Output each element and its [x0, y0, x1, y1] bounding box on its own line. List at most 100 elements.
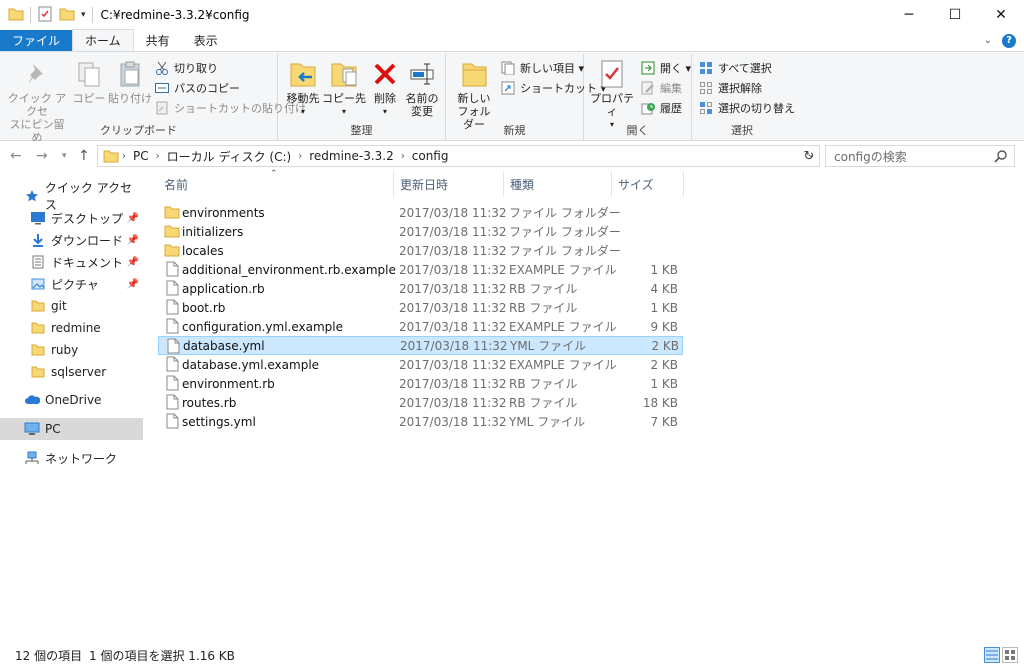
column-header-date[interactable]: 更新日時 — [394, 171, 504, 197]
organize-group-label: 整理 — [350, 124, 373, 137]
file-date-modified: 2017/03/18 11:32 — [399, 205, 507, 220]
open-button[interactable]: 開く ▾ — [640, 58, 691, 77]
file-name: additional_environment.rb.example — [182, 262, 396, 277]
rename-label-2: 変更 — [411, 105, 433, 118]
chevron-right-icon[interactable]: › — [295, 151, 305, 162]
ribbon: クイック アクセ スにピン留め コピー 貼り付け 切り取り パスのコピー ショー… — [0, 51, 1024, 144]
column-header-type[interactable]: 種類 — [504, 171, 612, 197]
search-input[interactable]: configの検索 — [825, 145, 1015, 167]
nav-item-desktop[interactable]: デスクトップ 📌 — [0, 207, 143, 229]
paste-button[interactable]: 貼り付け — [108, 58, 152, 105]
column-header-name[interactable]: 名前 — [158, 171, 394, 197]
breadcrumb-pc[interactable]: PC — [129, 149, 153, 163]
file-row[interactable]: additional_environment.rb.example 2017/03… — [158, 260, 683, 279]
tab-file[interactable]: ファイル — [0, 30, 73, 51]
refresh-icon[interactable]: ↻ — [799, 146, 819, 166]
open-label: 開く ▾ — [660, 61, 692, 75]
file-date-modified: 2017/03/18 11:32 — [399, 243, 507, 258]
edit-button[interactable]: 編集 — [640, 78, 682, 97]
back-arrow-icon[interactable]: ← — [10, 148, 22, 164]
nav-network[interactable]: ネットワーク — [0, 447, 143, 469]
cut-button[interactable]: 切り取り — [154, 58, 218, 77]
file-row[interactable]: environments 2017/03/18 11:32 ファイル フォルダー — [158, 203, 683, 222]
chevron-right-icon[interactable]: › — [398, 151, 408, 162]
properties-icon[interactable] — [37, 6, 53, 25]
pin-icon[interactable]: 📌 — [127, 257, 139, 268]
invert-selection-button[interactable]: 選択の切り替え — [698, 98, 795, 117]
select-all-button[interactable]: すべて選択 — [698, 58, 772, 77]
pin-icon[interactable]: 📌 — [127, 235, 139, 246]
tab-home[interactable]: ホーム — [72, 29, 134, 51]
nav-item-downloads[interactable]: ダウンロード 📌 — [0, 229, 143, 251]
close-button[interactable]: ✕ — [978, 0, 1024, 30]
properties-icon — [596, 58, 628, 90]
copy-button[interactable]: コピー — [70, 58, 108, 105]
help-icon[interactable]: ? — [1002, 33, 1016, 48]
file-row[interactable]: settings.yml 2017/03/18 11:32 YML ファイル 7 KB — [158, 412, 683, 431]
file-row[interactable]: database.yml.example 2017/03/18 11:32 EXAM… — [158, 355, 683, 374]
recent-locations-icon[interactable]: ▾ — [62, 151, 67, 161]
select-none-button[interactable]: 選択解除 — [698, 78, 762, 97]
search-icon — [994, 149, 1008, 166]
nav-quick-access[interactable]: クイック アクセス — [0, 181, 143, 212]
tab-view[interactable]: 表示 — [182, 30, 230, 51]
maximize-button[interactable]: ☐ — [932, 0, 978, 30]
properties-button[interactable]: プロパティ ▾ — [590, 58, 634, 131]
move-to-button[interactable]: 移動先 ▾ — [282, 58, 324, 118]
breadcrumb-config[interactable]: config — [408, 149, 453, 163]
status-bar: 12 個の項目 1 個の項目を選択 1.16 KB — [0, 644, 1024, 666]
breadcrumb-local-disk[interactable]: ローカル ディスク (C:) — [163, 148, 296, 165]
edit-label: 編集 — [660, 81, 682, 95]
customize-qat-icon[interactable]: ▾ — [81, 10, 86, 20]
nav-item-documents[interactable]: ドキュメント 📌 — [0, 251, 143, 273]
nav-pc[interactable]: PC — [0, 418, 143, 440]
file-row[interactable]: initializers 2017/03/18 11:32 ファイル フォルダー — [158, 222, 683, 241]
copy-label: コピー — [72, 92, 106, 105]
network-icon — [24, 450, 40, 466]
copy-path-button[interactable]: パスのコピー — [154, 78, 240, 97]
address-bar[interactable]: › PC › ローカル ディスク (C:) › redmine-3.3.2 › … — [97, 145, 820, 167]
file-row[interactable]: environment.rb 2017/03/18 11:32 RB ファイル 1 K… — [158, 374, 683, 393]
breadcrumb-redmine[interactable]: redmine-3.3.2 — [305, 149, 398, 163]
file-row[interactable]: application.rb 2017/03/18 11:32 RB ファイル 4 K… — [158, 279, 683, 298]
forward-arrow-icon[interactable]: → — [36, 148, 48, 164]
file-row[interactable]: configuration.yml.example 2017/03/18 11:3… — [158, 317, 683, 336]
nav-item-ruby[interactable]: ruby — [0, 339, 143, 361]
pin-icon[interactable]: 📌 — [127, 279, 139, 290]
file-date-modified: 2017/03/18 11:32 — [400, 338, 508, 353]
nav-item-label: redmine — [51, 321, 101, 335]
minimize-button[interactable]: ─ — [886, 0, 932, 30]
nav-item-redmine[interactable]: redmine — [0, 317, 143, 339]
up-arrow-icon[interactable]: ↑ — [78, 148, 90, 164]
file-row[interactable]: locales 2017/03/18 11:32 ファイル フォルダー — [158, 241, 683, 260]
expand-ribbon-icon[interactable]: ⌄ — [984, 35, 992, 46]
details-view-icon[interactable] — [984, 647, 1000, 663]
nav-onedrive[interactable]: OneDrive — [0, 389, 143, 411]
large-icons-view-icon[interactable] — [1002, 647, 1018, 663]
nav-item-pictures[interactable]: ピクチャ 📌 — [0, 273, 143, 295]
divider — [91, 7, 93, 23]
new-folder-button[interactable]: 新しい フォルダー — [454, 58, 494, 131]
file-size: 18 KB — [642, 395, 678, 410]
file-row[interactable]: database.yml 2017/03/18 11:32 YML ファイル 2 KB — [158, 336, 683, 355]
nav-item-sqlserver[interactable]: sqlserver — [0, 361, 143, 383]
pin-icon[interactable]: 📌 — [127, 213, 139, 224]
file-row[interactable]: routes.rb 2017/03/18 11:32 RB ファイル 18 KB — [158, 393, 683, 412]
file-row[interactable]: boot.rb 2017/03/18 11:32 RB ファイル 1 KB — [158, 298, 683, 317]
file-date-modified: 2017/03/18 11:32 — [399, 300, 507, 315]
chevron-right-icon[interactable]: › — [119, 151, 129, 162]
new-folder-icon[interactable] — [59, 7, 75, 24]
new-item-button[interactable]: 新しい項目 ▾ — [500, 58, 584, 77]
scissors-icon — [154, 60, 170, 76]
delete-button[interactable]: 削除 ▾ — [370, 58, 400, 118]
tab-share[interactable]: 共有 — [134, 30, 182, 51]
rename-button[interactable]: 名前の 変更 — [404, 58, 440, 118]
chevron-right-icon[interactable]: › — [153, 151, 163, 162]
move-to-icon — [287, 58, 319, 90]
nav-item-git[interactable]: git — [0, 295, 143, 317]
copy-to-button[interactable]: コピー先 ▾ — [322, 58, 366, 118]
address-row: ← → ▾ ↑ › PC › ローカル ディスク (C:) › redmine-… — [0, 141, 1024, 171]
file-type: EXAMPLE ファイル — [509, 263, 617, 277]
history-button[interactable]: 履歴 — [640, 98, 682, 117]
column-header-size[interactable]: サイズ — [612, 171, 684, 197]
